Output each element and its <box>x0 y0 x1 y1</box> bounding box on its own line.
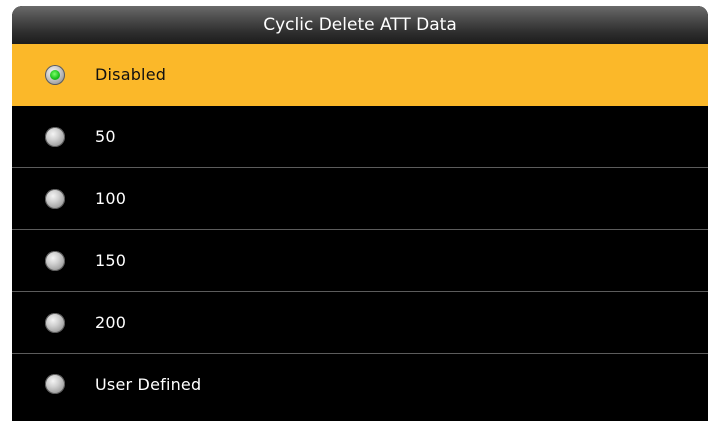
option-label: 150 <box>95 251 127 270</box>
radio-button-icon[interactable] <box>45 250 65 271</box>
option-user-defined[interactable]: User Defined <box>12 354 708 414</box>
radio-button-icon[interactable] <box>45 64 65 85</box>
option-label: User Defined <box>95 374 202 394</box>
screen-title-text: Cyclic Delete ATT Data <box>263 15 457 35</box>
option-label: Disabled <box>95 65 167 84</box>
radio-button-icon[interactable] <box>45 312 65 333</box>
option-label: 50 <box>95 127 116 146</box>
screen-title: Cyclic Delete ATT Data <box>12 6 708 44</box>
option-label: 200 <box>95 313 127 332</box>
option-150[interactable]: 150 <box>12 230 708 292</box>
radio-button-icon[interactable] <box>45 374 65 394</box>
radio-selected-dot-icon <box>50 69 60 80</box>
option-100[interactable]: 100 <box>12 168 708 230</box>
radio-button-icon[interactable] <box>45 126 65 147</box>
option-label: 100 <box>95 189 127 208</box>
radio-button-icon[interactable] <box>45 188 65 209</box>
device-screen: Cyclic Delete ATT Data Disabled 50 100 1… <box>12 6 708 421</box>
option-list: Disabled 50 100 150 200 User Defined <box>12 44 708 414</box>
option-disabled[interactable]: Disabled <box>12 44 708 106</box>
option-50[interactable]: 50 <box>12 106 708 168</box>
option-200[interactable]: 200 <box>12 292 708 354</box>
